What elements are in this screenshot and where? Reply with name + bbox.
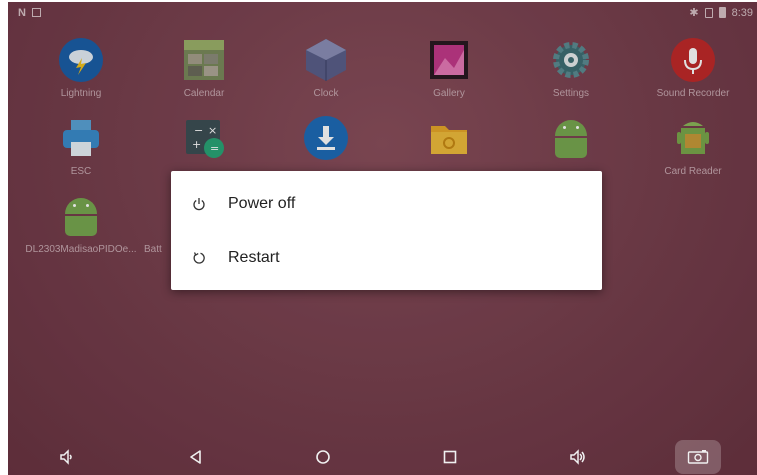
power-dialog: Power off Restart [171,171,602,290]
restart-label: Restart [228,249,280,266]
screenshot-icon[interactable] [683,442,713,472]
power-off-label: Power off [228,195,296,212]
volume-up-icon[interactable] [563,442,593,472]
volume-down-icon[interactable] [52,442,82,472]
restart-option[interactable]: Restart [171,231,602,285]
back-icon[interactable] [181,442,211,472]
power-icon [193,198,205,211]
power-off-option[interactable]: Power off [171,177,602,231]
recents-icon[interactable] [435,442,465,472]
restart-icon [193,252,205,264]
home-icon[interactable] [308,442,338,472]
navigation-bar [8,431,757,475]
